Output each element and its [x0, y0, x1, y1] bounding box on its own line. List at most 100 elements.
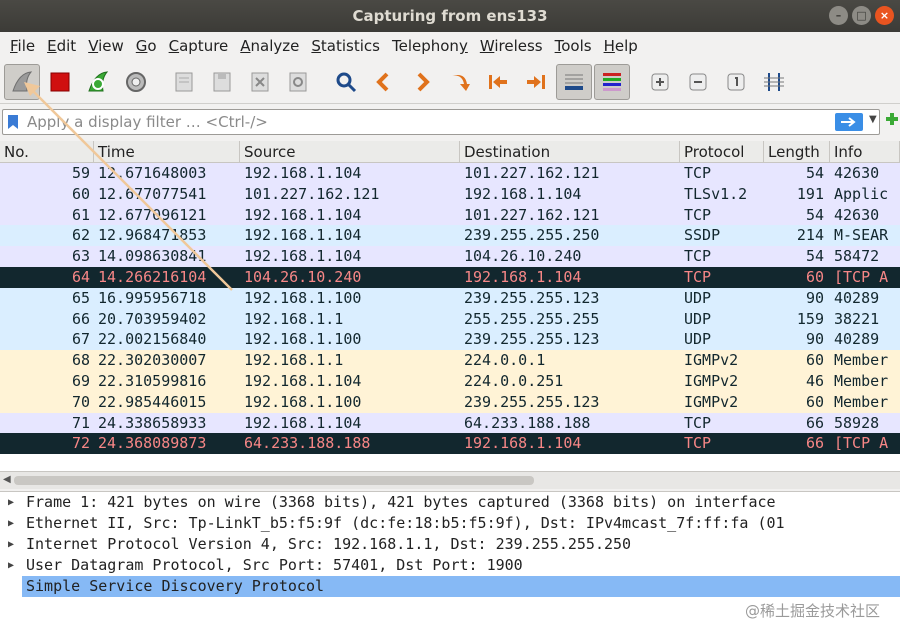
- column-header-source[interactable]: Source: [240, 141, 460, 162]
- packet-list-hscrollbar[interactable]: ◀: [0, 471, 900, 489]
- packet-row[interactable]: 65 16.995956718 192.168.1.100 239.255.255.1…: [0, 287, 900, 309]
- close-file-button[interactable]: [242, 64, 278, 100]
- column-header-destination[interactable]: Destination: [460, 141, 680, 162]
- resize-columns-button[interactable]: [756, 64, 792, 100]
- menu-tools[interactable]: Tools: [549, 37, 598, 55]
- column-header-info[interactable]: Info: [830, 141, 900, 162]
- menu-edit[interactable]: Edit: [41, 37, 82, 55]
- menu-view[interactable]: View: [82, 37, 130, 55]
- packet-row[interactable]: 66 20.703959402 192.168.1.1 255.255.255.255…: [0, 308, 900, 330]
- start-capture-button[interactable]: [4, 63, 40, 100]
- expand-arrow-icon[interactable]: [0, 576, 22, 597]
- cell-destination: 239.255.255.250: [464, 226, 600, 245]
- zoom-out-button[interactable]: [680, 64, 716, 100]
- cell-info: 42630: [834, 164, 880, 182]
- cell-info: 58928: [834, 413, 880, 432]
- cell-length: 90: [805, 288, 824, 307]
- stop-capture-button[interactable]: [42, 64, 78, 100]
- packet-row[interactable]: 70 22.985446015 192.168.1.100 239.255.255.1…: [0, 391, 900, 413]
- minimize-button[interactable]: –: [829, 6, 848, 25]
- cell-protocol: UDP: [684, 309, 712, 328]
- packet-row[interactable]: 71 24.338658933 192.168.1.104 64.233.188.18…: [0, 412, 900, 434]
- cell-length: 54: [805, 247, 824, 266]
- bookmark-icon[interactable]: [7, 114, 19, 130]
- apply-filter-button[interactable]: [835, 113, 863, 131]
- save-file-button[interactable]: [204, 64, 240, 100]
- packet-list[interactable]: No. Time Source Destination Protocol Len…: [0, 141, 900, 471]
- colorize-button[interactable]: [594, 63, 630, 100]
- find-packet-button[interactable]: [328, 64, 364, 100]
- scroll-left-icon[interactable]: ◀: [3, 474, 11, 485]
- go-forward-button[interactable]: [404, 64, 440, 100]
- menu-statistics[interactable]: Statistics: [305, 37, 386, 55]
- packet-row[interactable]: 67 22.002156840 192.168.1.100 239.255.255.1…: [0, 329, 900, 351]
- last-packet-button[interactable]: [518, 64, 554, 100]
- menu-wireless[interactable]: Wireless: [474, 37, 549, 55]
- cell-length: 191: [796, 184, 824, 203]
- packet-row[interactable]: 62 12.968471853 192.168.1.104 239.255.255.2…: [0, 225, 900, 247]
- cell-source: 192.168.1.1: [244, 351, 344, 370]
- go-to-packet-button[interactable]: [442, 64, 478, 100]
- cell-time: 22.985446015: [98, 392, 207, 411]
- window-titlebar: Capturing from ens133 – □ ×: [0, 0, 900, 32]
- watermark: @稀土掘金技术社区: [744, 602, 880, 620]
- cell-source: 192.168.1.100: [244, 392, 362, 411]
- cell-length: 66: [805, 413, 824, 432]
- scrollbar-thumb[interactable]: [14, 476, 534, 485]
- detail-tree-label: Simple Service Discovery Protocol: [22, 576, 900, 597]
- packet-row[interactable]: 60 12.677077541 101.227.162.121 192.168.1.1…: [0, 183, 900, 205]
- cell-time: 12.677077541: [98, 184, 207, 203]
- packet-row[interactable]: 63 14.098630841 192.168.1.104 104.26.10.240…: [0, 246, 900, 267]
- column-header-length[interactable]: Length: [764, 141, 830, 162]
- menu-capture[interactable]: Capture: [163, 37, 235, 55]
- menu-go[interactable]: Go: [130, 37, 163, 55]
- cell-source: 192.168.1.104: [244, 413, 362, 432]
- close-button[interactable]: ×: [875, 6, 894, 25]
- cell-no: 70: [71, 392, 90, 411]
- go-back-button[interactable]: [366, 64, 402, 100]
- menu-analyze[interactable]: Analyze: [234, 37, 305, 55]
- detail-tree-item[interactable]: Simple Service Discovery Protocol: [0, 576, 900, 597]
- cell-source: 192.168.1.104: [244, 371, 362, 390]
- expand-arrow-icon[interactable]: ▶: [0, 534, 22, 555]
- packet-row[interactable]: 61 12.677096121 192.168.1.104 101.227.162.1…: [0, 204, 900, 226]
- detail-tree-item[interactable]: ▶ Ethernet II, Src: Tp-LinkT_b5:f5:9f (dc…: [0, 513, 900, 534]
- column-header-protocol[interactable]: Protocol: [680, 141, 764, 162]
- packet-row[interactable]: 64 14.266216104 104.26.10.240 192.168.1.104…: [0, 266, 900, 288]
- cell-source: 192.168.1.104: [244, 247, 362, 266]
- packet-row[interactable]: 72 24.368089873 64.233.188.188 192.168.1.10…: [0, 433, 900, 455]
- detail-tree-item[interactable]: ▶ Frame 1: 421 bytes on wire (3368 bits),…: [0, 492, 900, 513]
- filter-history-dropdown[interactable]: ▼: [869, 114, 877, 125]
- packet-row[interactable]: 69 22.310599816 192.168.1.104 224.0.0.251 IG…: [0, 370, 900, 392]
- expand-arrow-icon[interactable]: ▶: [0, 555, 22, 576]
- packet-row[interactable]: 68 22.302030007 192.168.1.1 224.0.0.1 IGMPv2…: [0, 350, 900, 371]
- display-filter-input[interactable]: [27, 110, 817, 134]
- autoscroll-button[interactable]: [556, 63, 592, 100]
- restart-capture-button[interactable]: [80, 64, 116, 100]
- cell-length: 159: [796, 309, 824, 328]
- detail-tree-item[interactable]: ▶ Internet Protocol Version 4, Src: 192.1…: [0, 534, 900, 555]
- column-header-time[interactable]: Time: [94, 141, 240, 162]
- menu-telephony[interactable]: Telephony: [386, 37, 474, 55]
- expand-arrow-icon[interactable]: ▶: [0, 513, 22, 534]
- expand-arrow-icon[interactable]: ▶: [0, 492, 22, 513]
- capture-options-button[interactable]: [118, 64, 154, 100]
- open-file-button[interactable]: [166, 64, 202, 100]
- column-header-no[interactable]: No.: [0, 141, 94, 162]
- detail-tree-item[interactable]: ▶ User Datagram Protocol, Src Port: 57401…: [0, 555, 900, 576]
- maximize-button[interactable]: □: [852, 6, 871, 25]
- normal-size-button[interactable]: [718, 64, 754, 100]
- menu-help[interactable]: Help: [598, 37, 644, 55]
- zoom-in-button[interactable]: [642, 64, 678, 100]
- close-file-icon: [251, 72, 269, 91]
- display-filter-bar: ▼: [0, 106, 900, 138]
- packet-row[interactable]: 59 12.671648003 192.168.1.104 101.227.162.1…: [0, 163, 900, 184]
- reload-file-button[interactable]: [280, 64, 316, 100]
- menu-file[interactable]: File: [4, 37, 41, 55]
- resize-columns-icon: [764, 72, 784, 91]
- cell-length: 46: [805, 371, 824, 390]
- cell-time: 16.995956718: [98, 288, 207, 307]
- first-packet-button[interactable]: [480, 64, 516, 100]
- add-filter-button-icon[interactable]: [884, 111, 900, 127]
- cell-time: 12.671648003: [98, 164, 207, 182]
